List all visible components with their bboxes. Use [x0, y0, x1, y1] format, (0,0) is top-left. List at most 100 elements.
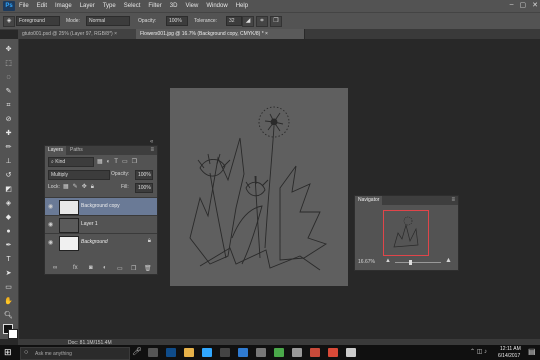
- system-tray-icons[interactable]: ⌃ ◫ ♪: [470, 348, 487, 355]
- maximize-button[interactable]: ▢: [520, 1, 527, 9]
- taskbar-search[interactable]: ○ Ask me anything: [20, 347, 130, 360]
- quick-select-tool-icon[interactable]: ✎: [3, 87, 14, 96]
- menu-3d[interactable]: 3D: [170, 3, 178, 9]
- healing-brush-tool-icon[interactable]: ✚: [3, 129, 14, 138]
- paint-bucket-tool-icon[interactable]: ◈: [3, 199, 14, 208]
- type-tool-icon[interactable]: T: [3, 255, 14, 264]
- document-canvas[interactable]: [170, 88, 348, 286]
- layer-style-icon[interactable]: fx: [73, 265, 78, 271]
- notifications-icon[interactable]: ▤: [528, 347, 536, 356]
- zoom-value[interactable]: 16.67%: [358, 259, 375, 265]
- windows-start-icon[interactable]: ⊞: [4, 347, 12, 358]
- mail-icon[interactable]: [238, 348, 248, 357]
- opacity-input[interactable]: 100%: [166, 16, 188, 26]
- dodge-tool-icon[interactable]: ●: [3, 227, 14, 236]
- paint-bucket-icon[interactable]: ◈: [3, 16, 15, 27]
- menu-layer[interactable]: Layer: [80, 3, 95, 9]
- menu-help[interactable]: Help: [236, 3, 248, 9]
- crop-tool-icon[interactable]: ⌗: [3, 101, 14, 110]
- brush-tool-icon[interactable]: ✏: [3, 143, 14, 152]
- layer-opacity-input[interactable]: 100%: [135, 170, 153, 180]
- panel-menu-icon[interactable]: ≡: [451, 197, 455, 203]
- leaf-left: [189, 137, 245, 265]
- lock-icons[interactable]: ▦✎✥🔒︎: [63, 183, 98, 191]
- tab-layers[interactable]: Layers: [45, 146, 67, 155]
- tolerance-input[interactable]: 32: [226, 16, 242, 26]
- clock-date[interactable]: 6/14/2017: [498, 353, 520, 359]
- panel-menu-icon[interactable]: ≡: [150, 147, 154, 153]
- photoshop-taskbar-icon[interactable]: [202, 348, 212, 357]
- mode-select[interactable]: Normal: [86, 16, 130, 26]
- zoom-in-icon[interactable]: ▲: [445, 257, 452, 264]
- clock-time[interactable]: 12:11 AM: [500, 346, 521, 352]
- clone-stamp-tool-icon[interactable]: ⊥: [3, 157, 14, 166]
- tab-flowers001[interactable]: Flowers001.jpg @ 16.7% (Background copy,…: [136, 29, 305, 39]
- microphone-icon[interactable]: 🎤︎: [132, 347, 142, 356]
- pen-tool-icon[interactable]: ✒: [3, 241, 14, 250]
- visibility-eye-icon[interactable]: ◉: [48, 203, 53, 210]
- history-brush-tool-icon[interactable]: ↺: [3, 171, 14, 180]
- visibility-eye-icon[interactable]: ◉: [48, 239, 53, 246]
- settings-gear-icon[interactable]: [256, 348, 266, 357]
- eyedropper-tool-icon[interactable]: ⊘: [3, 115, 14, 124]
- eraser-tool-icon[interactable]: ◩: [3, 185, 14, 194]
- hand-tool-icon[interactable]: ✋: [3, 297, 14, 306]
- blur-tool-icon[interactable]: ◆: [3, 213, 14, 222]
- contiguous-icon[interactable]: ⌗: [256, 16, 268, 27]
- visibility-eye-icon[interactable]: ◉: [48, 221, 53, 228]
- close-tab-icon[interactable]: ×: [114, 31, 117, 37]
- fill-input[interactable]: 100%: [135, 183, 153, 193]
- marquee-tool-icon[interactable]: ⬚: [3, 59, 14, 68]
- zoom-tool-icon[interactable]: 🔍︎: [3, 311, 14, 320]
- move-tool-icon[interactable]: ✥: [3, 45, 14, 54]
- menu-file[interactable]: File: [19, 3, 29, 9]
- menu-view[interactable]: View: [185, 3, 198, 9]
- zoom-out-icon[interactable]: ▲: [385, 258, 391, 264]
- layer-row-background-copy[interactable]: ◉ Background copy: [45, 197, 157, 215]
- close-button[interactable]: ✕: [532, 1, 538, 9]
- lasso-tool-icon[interactable]: ◌: [3, 73, 14, 82]
- menu-window[interactable]: Window: [206, 3, 227, 9]
- delete-layer-icon[interactable]: 🗑︎: [144, 265, 152, 272]
- menu-edit[interactable]: Edit: [37, 3, 47, 9]
- edge-browser-icon[interactable]: [166, 348, 176, 357]
- menu-filter[interactable]: Filter: [148, 3, 161, 9]
- store-icon[interactable]: [220, 348, 230, 357]
- fill-source-select[interactable]: Foreground: [16, 16, 60, 26]
- app-icon-white[interactable]: [346, 348, 356, 357]
- new-layer-icon[interactable]: ❐: [131, 265, 136, 272]
- task-view-icon[interactable]: [148, 348, 158, 357]
- file-explorer-icon[interactable]: [184, 348, 194, 357]
- close-tab-icon[interactable]: ×: [265, 31, 268, 37]
- zoom-slider-handle[interactable]: [409, 260, 412, 265]
- menu-image[interactable]: Image: [55, 3, 72, 9]
- minimize-button[interactable]: –: [510, 1, 514, 9]
- tab-navigator[interactable]: Navigator: [355, 196, 383, 205]
- link-layers-icon[interactable]: ∞: [53, 265, 57, 271]
- navigator-preview[interactable]: [383, 210, 429, 256]
- menu-select[interactable]: Select: [124, 3, 141, 9]
- add-mask-icon[interactable]: ◙: [89, 265, 93, 271]
- app-icon-red[interactable]: [310, 348, 320, 357]
- anti-alias-icon[interactable]: ◢: [242, 16, 254, 27]
- layer-row-layer-1[interactable]: ◉ Layer 1: [45, 215, 157, 233]
- app-icon-green[interactable]: [274, 348, 284, 357]
- app-icon-m[interactable]: [292, 348, 302, 357]
- adjustment-layer-icon[interactable]: ◐: [103, 265, 107, 271]
- acrobat-icon[interactable]: [328, 348, 338, 357]
- layer-filter-icons[interactable]: ▦◐T▭❐: [97, 158, 141, 165]
- tab-gtuto001[interactable]: gtuto001.psd @ 25% (Layer 97, RGB/8*) ×: [18, 29, 137, 39]
- background-color-swatch[interactable]: [8, 329, 18, 339]
- collapse-panel-icon[interactable]: «: [150, 139, 153, 145]
- layer-row-background[interactable]: ◉ Background 🔒︎: [45, 233, 157, 251]
- blend-mode-select[interactable]: Multiply: [48, 170, 110, 180]
- tab-paths[interactable]: Paths: [67, 146, 86, 155]
- rectangle-tool-icon[interactable]: ▭: [3, 283, 14, 292]
- search-placeholder[interactable]: Ask me anything: [35, 351, 72, 357]
- path-select-tool-icon[interactable]: ➤: [3, 269, 14, 278]
- all-layers-icon[interactable]: ❐: [270, 16, 282, 27]
- zoom-slider[interactable]: [395, 260, 441, 265]
- new-group-icon[interactable]: ▭: [117, 265, 123, 272]
- kind-filter-select[interactable]: ⌕ Kind: [48, 157, 94, 167]
- menu-type[interactable]: Type: [103, 3, 116, 9]
